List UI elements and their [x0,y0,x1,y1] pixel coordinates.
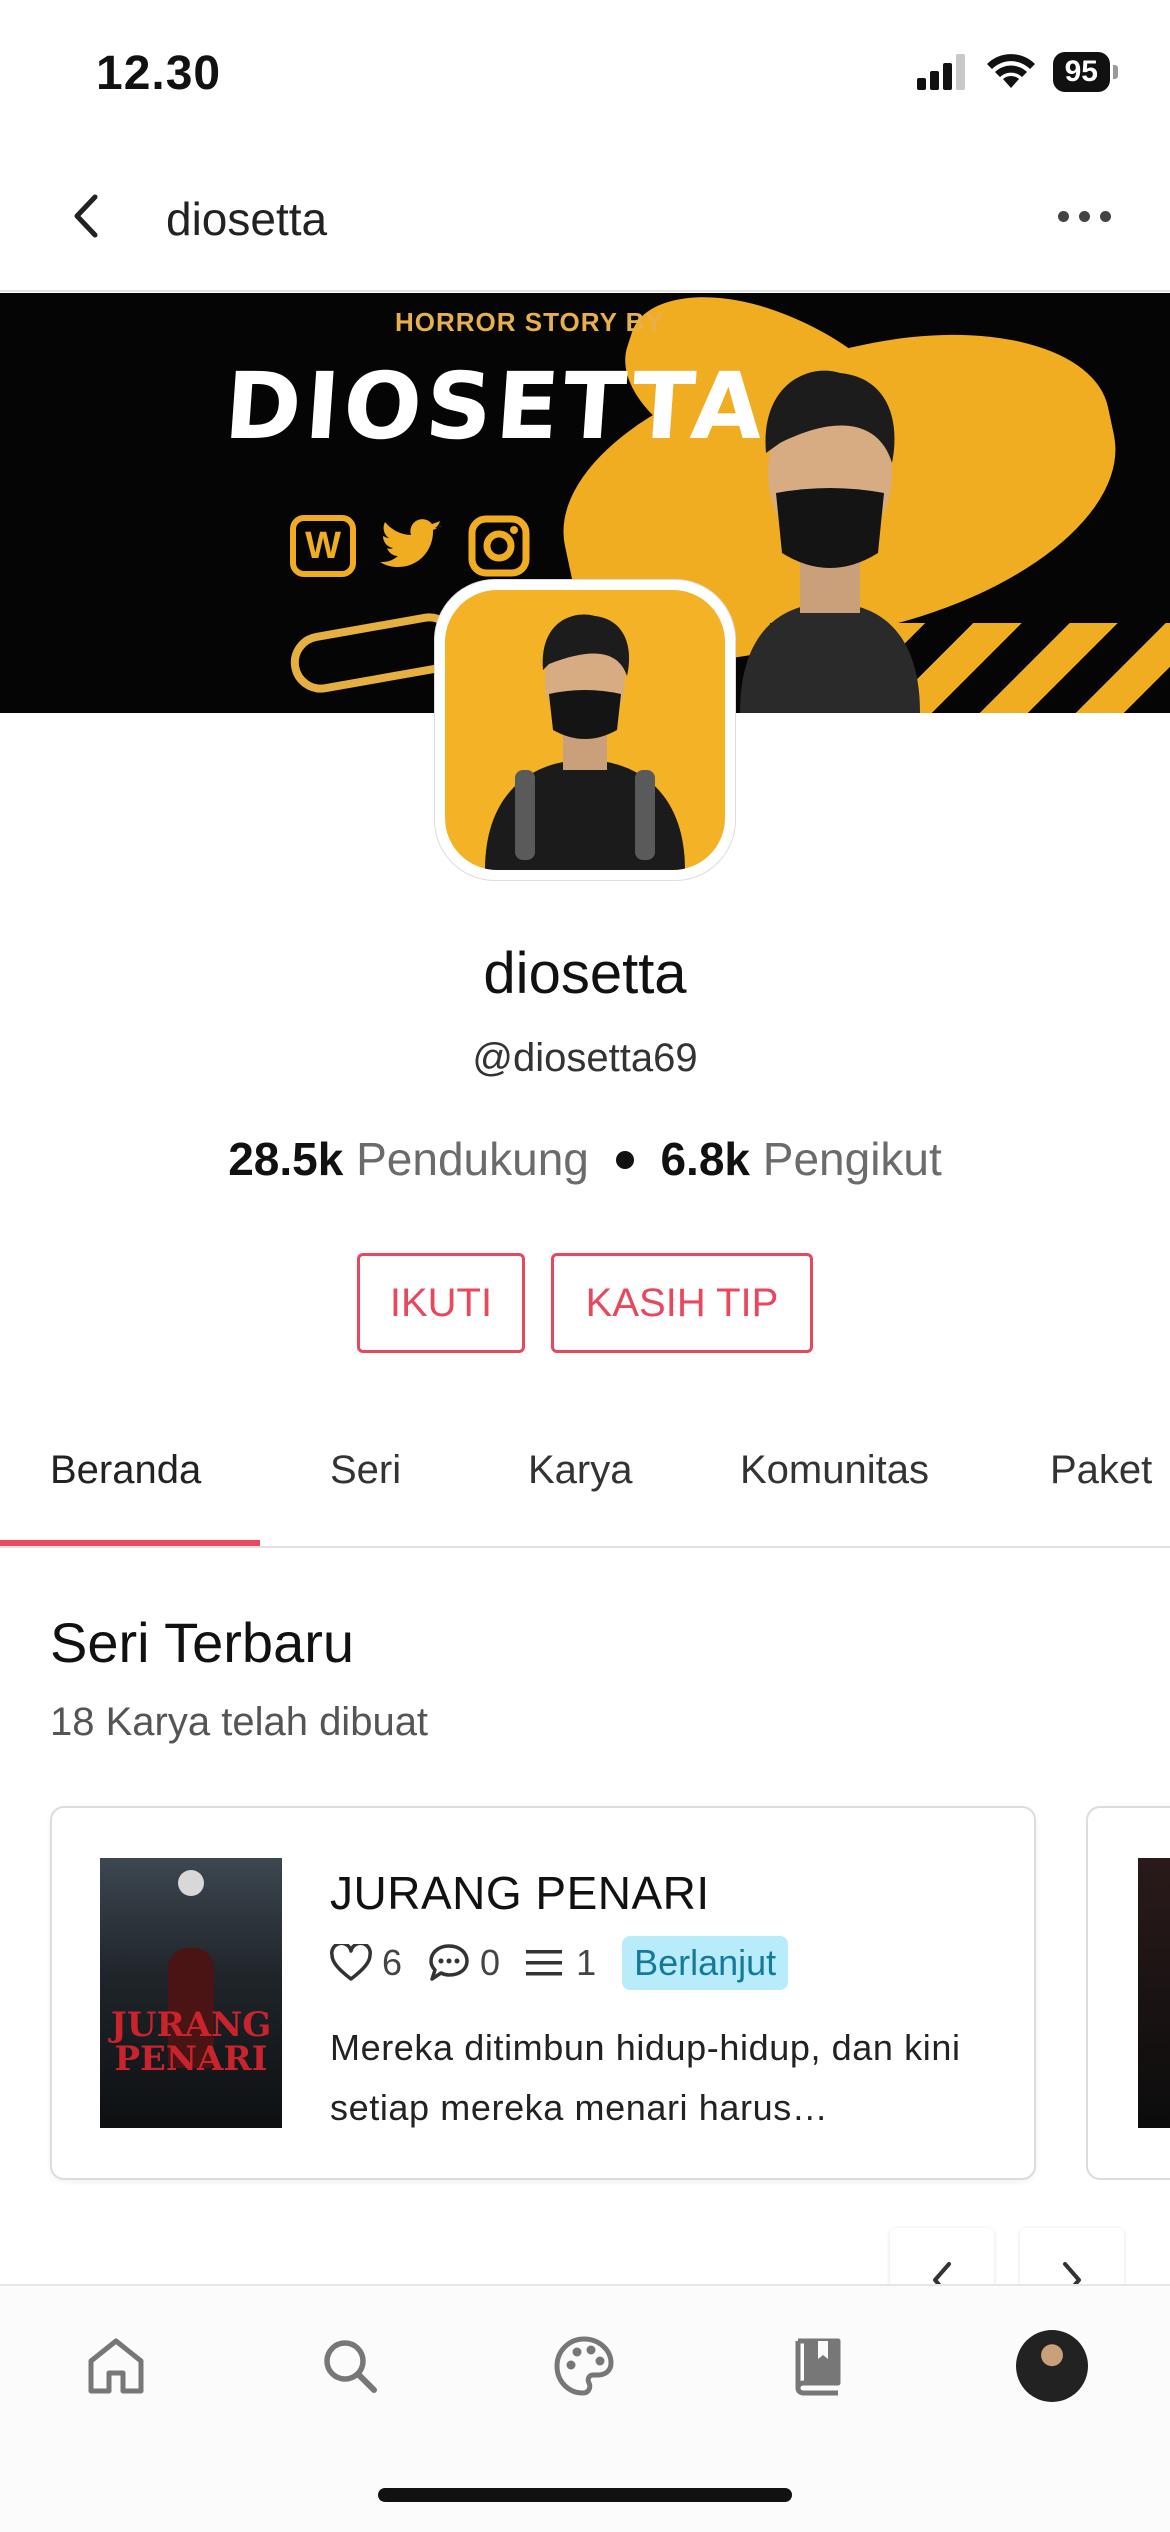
likes-count: 6 [382,1942,403,1983]
tab-karya[interactable]: Karya [528,1448,633,1493]
series-card-next[interactable] [1086,1806,1170,2180]
series-title: JURANG PENARI [330,1867,710,1919]
status-time: 12.30 [96,47,222,100]
cover-title: JURANG PENARI [110,2005,272,2079]
chapters-count: 1 [576,1942,597,1983]
ellipsis-dot [1099,210,1111,222]
follow-button[interactable]: IKUTI [357,1253,525,1353]
book-icon [795,2338,841,2396]
heart-icon [330,1944,372,1981]
wattpad-icon: W [290,515,356,577]
series-meta: 6 0 1 Berlanjut [330,1936,789,1990]
profile-handle: @diosetta69 [472,1036,698,1080]
status-indicators: 95 [916,52,1119,92]
battery-indicator: 95 [1052,52,1119,92]
comments-count: 0 [480,1942,501,1983]
palette-icon [554,2336,614,2396]
followers-label: Pengikut [762,1133,942,1185]
comment-icon [429,1944,469,1981]
section-title: Seri Terbaru [50,1611,355,1674]
status-bar: 12.30 95 [0,0,1170,150]
banner-portrait [740,370,920,713]
series-cover: JURANG PENARI [100,1858,282,2128]
avatar [1016,2330,1088,2402]
tabbar-library[interactable] [778,2326,858,2406]
banner-social-icons: W [290,515,530,577]
profile-avatar[interactable] [435,580,735,880]
followers-count: 6.8k [660,1133,750,1185]
tab-paket[interactable]: Paket [1050,1448,1152,1493]
comments-stat: 0 [428,1942,500,1984]
supporters-count: 28.5k [228,1133,344,1185]
tab-beranda[interactable]: Beranda [50,1448,201,1493]
profile-name: diosetta [483,941,687,1006]
cover-moon [178,1870,204,1896]
ellipsis-icon [1057,210,1069,222]
separator-dot [615,1150,634,1169]
profile-stats: 28.5k Pendukung 6.8k Pengikut [0,1132,1170,1186]
tab-seri[interactable]: Seri [330,1448,401,1493]
banner-logo-text: DIOSETTA [221,353,771,460]
chevron-left-icon [74,194,98,238]
twitter-icon [380,519,442,567]
navigation-bar: diosetta [0,150,1170,292]
likes-stat: 6 [330,1942,402,1984]
tabbar-search[interactable] [310,2326,390,2406]
profile-actions: IKUTI KASIH TIP [0,1253,1170,1353]
tabbar-home[interactable] [76,2326,156,2406]
series-card[interactable]: JURANG PENARI JURANG PENARI 6 0 1 Berlan… [50,1806,1036,2180]
instagram-icon [468,515,530,577]
wifi-icon [986,54,1035,88]
active-tab-indicator [0,1540,260,1546]
home-icon [88,2338,144,2394]
avatar-illustration [485,614,685,870]
search-icon [324,2340,377,2393]
tabbar-explore[interactable] [544,2326,624,2406]
series-cover-next [1138,1858,1170,2128]
chapters-stat: 1 [526,1942,596,1984]
home-indicator [378,2488,792,2502]
tabbar-profile[interactable] [1012,2326,1092,2406]
supporters-label: Pendukung [356,1133,589,1185]
section-subtitle: 18 Karya telah dibuat [50,1700,429,1744]
profile-tabs: Beranda Seri Karya Komunitas Paket [0,1400,1170,1548]
signal-icon [916,54,965,90]
back-button[interactable] [56,186,116,246]
series-description: Mereka ditimbun hidup-hidup, dan kini se… [330,2027,961,2128]
more-options-button[interactable] [1044,196,1124,236]
nav-title: diosetta [166,193,328,245]
ellipsis-dot [1078,210,1090,222]
tip-button[interactable]: KASIH TIP [551,1253,813,1353]
avatar-image [445,590,725,870]
banner-tagline: HORROR STORY BY [395,307,664,337]
status-badge: Berlanjut [622,1936,789,1990]
list-icon [526,1950,563,1976]
tab-komunitas[interactable]: Komunitas [740,1448,929,1493]
